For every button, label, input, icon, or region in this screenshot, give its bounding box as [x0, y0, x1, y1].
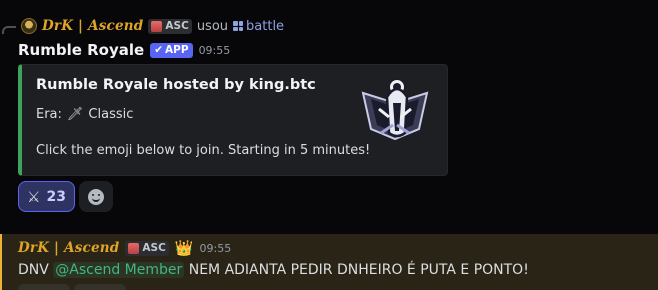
message-timestamp[interactable]: 09:55: [200, 242, 232, 255]
slash-command-label: battle: [246, 18, 285, 34]
guild-tag[interactable]: ASC: [125, 240, 169, 256]
crossed-swords-icon: ⚔: [27, 187, 41, 206]
reaction-peek[interactable]: [18, 284, 70, 290]
reply-spine: [2, 26, 16, 34]
avatar[interactable]: [21, 18, 37, 34]
author-name[interactable]: DrK | Ascend: [18, 240, 119, 256]
crown-icon: 👑: [174, 239, 194, 257]
reply-author-name[interactable]: DrK | Ascend: [42, 18, 143, 34]
slash-command[interactable]: battle: [233, 19, 284, 34]
guild-tag[interactable]: ASC: [148, 18, 192, 34]
reactions-peek: [18, 284, 126, 290]
reaction-peek[interactable]: [74, 284, 126, 290]
era-label: Era:: [36, 107, 62, 122]
app-badge-label: APP: [165, 44, 189, 56]
smile-icon: [87, 188, 104, 205]
reaction-crossed-swords[interactable]: ⚔ 23: [18, 181, 75, 212]
embed-title: Rumble Royale hosted by king.btc: [36, 77, 316, 93]
discord-chat: DrK | Ascend ASC usou battle Rumble Roya…: [0, 0, 658, 290]
guild-tag-label: ASC: [165, 20, 189, 32]
bot-username[interactable]: Rumble Royale: [18, 41, 144, 59]
mention-message: DrK | Ascend ASC 👑 09:55 DNV @Ascend Mem…: [0, 234, 658, 290]
guild-tag-icon: [128, 242, 140, 254]
reaction-count: 23: [46, 188, 66, 205]
message-text-after: NEM ADIANTA PEDIR DNHEIRO É PUTA E PONTO…: [184, 262, 529, 278]
sword-icon: 🗡: [66, 107, 84, 122]
message-text-before: DNV: [18, 262, 54, 278]
app-command-icon: [233, 21, 244, 31]
app-badge: ✔ APP: [150, 42, 193, 58]
rumble-embed: Rumble Royale hosted by king.btc Era: 🗡 …: [18, 64, 448, 176]
reply-action-text: usou: [196, 18, 229, 34]
mention-indicator: [0, 234, 2, 290]
guild-tag-icon: [151, 20, 163, 32]
message-header: DrK | Ascend ASC 👑 09:55: [18, 238, 231, 258]
message-header: Rumble Royale ✔ APP 09:55: [18, 40, 230, 60]
message-content: DNV @Ascend Member NEM ADIANTA PEDIR DNH…: [18, 262, 529, 278]
guild-tag-label: ASC: [142, 242, 166, 254]
message-timestamp[interactable]: 09:55: [199, 44, 231, 57]
check-icon: ✔: [154, 44, 164, 56]
role-mention[interactable]: @Ascend Member: [53, 262, 185, 278]
rumble-royale-logo-icon[interactable]: [357, 73, 433, 149]
add-reaction-button[interactable]: [78, 181, 113, 212]
reply-reference[interactable]: DrK | Ascend ASC usou battle: [0, 16, 284, 36]
era-value: Classic: [88, 107, 134, 122]
embed-description: Click the emoji below to join. Starting …: [36, 143, 371, 158]
reactions-bar: ⚔ 23: [18, 181, 113, 212]
embed-era: Era: 🗡 Classic: [36, 107, 133, 122]
